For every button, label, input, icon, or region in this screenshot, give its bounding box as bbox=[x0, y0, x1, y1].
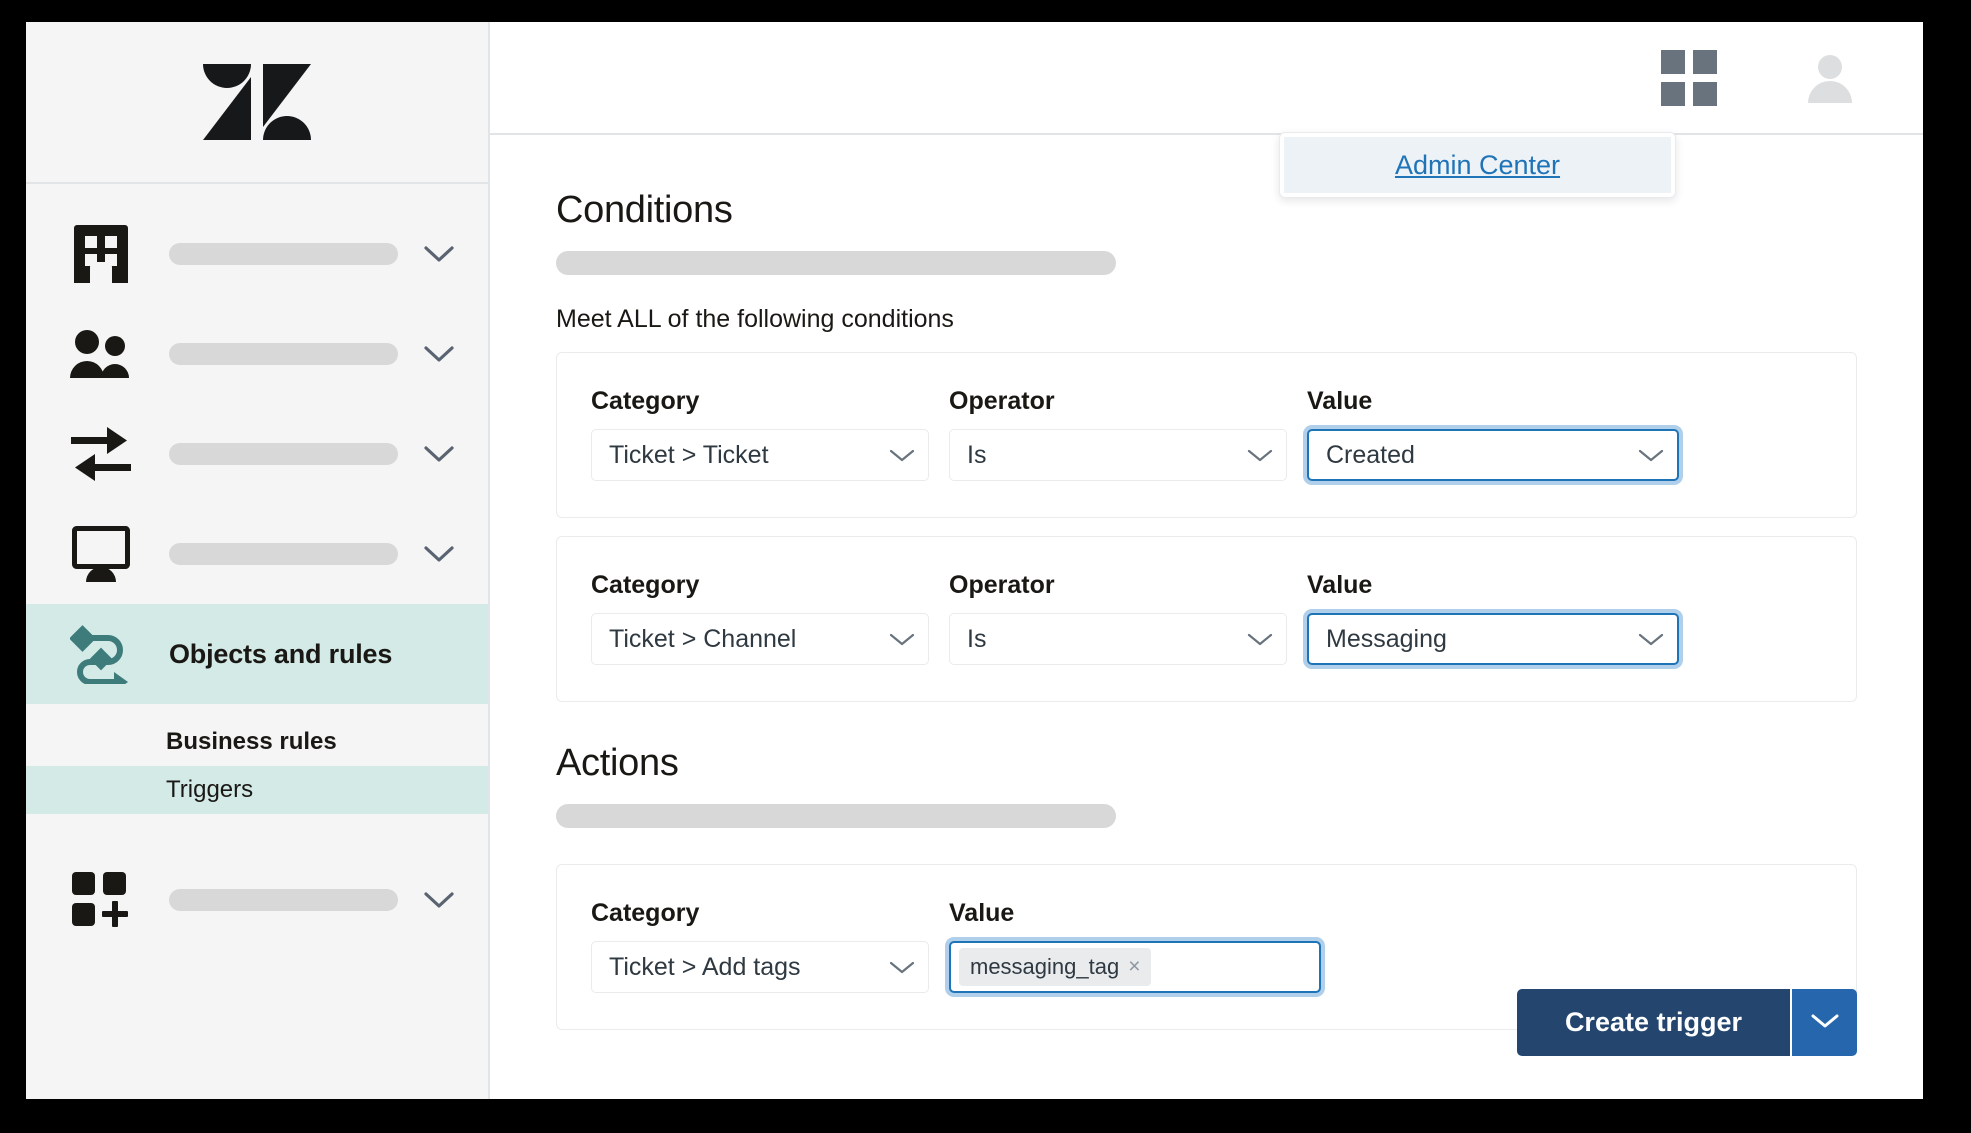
sidebar-nav: Objects and rules Business rules Trigger… bbox=[26, 184, 488, 950]
chevron-down-icon bbox=[1638, 448, 1664, 463]
sidebar-item-objects-and-rules[interactable]: Objects and rules bbox=[26, 604, 488, 704]
tag-chip-label: messaging_tag bbox=[970, 954, 1120, 979]
sidebar-item-apps[interactable] bbox=[26, 850, 488, 950]
main-area: Admin Center Conditions Meet ALL of the … bbox=[490, 22, 1923, 1099]
field-label-value: Value bbox=[1307, 571, 1373, 599]
condition-operator-value: Is bbox=[967, 624, 987, 653]
chevron-down-icon[interactable] bbox=[424, 545, 454, 563]
chevron-down-icon bbox=[889, 632, 915, 647]
chevron-down-icon bbox=[889, 448, 915, 463]
chevron-down-icon[interactable] bbox=[424, 891, 454, 909]
condition-value-value: Created bbox=[1326, 440, 1415, 469]
chevron-down-icon bbox=[1638, 632, 1664, 647]
admin-center-flyout: Admin Center bbox=[1279, 132, 1676, 198]
sidebar-item-placeholder bbox=[169, 243, 398, 265]
condition-row: Category Ticket > Ticket Operator Is Val… bbox=[556, 352, 1857, 518]
sidebar-item-workspaces[interactable] bbox=[26, 504, 488, 604]
chevron-down-icon bbox=[1247, 448, 1273, 463]
field-label-category: Category bbox=[591, 387, 700, 415]
field-label-value: Value bbox=[949, 899, 1015, 927]
objects-rules-icon bbox=[70, 624, 132, 684]
field-label-operator: Operator bbox=[949, 387, 1055, 415]
condition-operator-field: Operator Is bbox=[949, 387, 1287, 481]
field-label-operator: Operator bbox=[949, 571, 1055, 599]
actions-skeleton-bar bbox=[556, 804, 1116, 828]
condition-operator-select[interactable]: Is bbox=[949, 613, 1287, 665]
admin-center-link[interactable]: Admin Center bbox=[1395, 150, 1560, 181]
sidebar-item-placeholder bbox=[169, 443, 398, 465]
zendesk-logo[interactable] bbox=[26, 22, 488, 184]
condition-value-select[interactable]: Messaging bbox=[1307, 613, 1679, 665]
sidebar-item-placeholder bbox=[169, 889, 398, 911]
monitor-icon bbox=[70, 526, 132, 582]
sidebar-subitem-label: Triggers bbox=[166, 776, 254, 803]
chevron-down-icon bbox=[1247, 632, 1273, 647]
condition-category-select[interactable]: Ticket > Ticket bbox=[591, 429, 929, 481]
footer-actions: Create trigger bbox=[1516, 989, 1857, 1056]
condition-value-field: Value Messaging bbox=[1307, 571, 1679, 665]
sidebar-item-placeholder bbox=[169, 343, 398, 365]
sidebar-subnav: Business rules Triggers bbox=[26, 704, 488, 814]
condition-category-field: Category Ticket > Ticket bbox=[591, 387, 929, 481]
sidebar-item-people[interactable] bbox=[26, 304, 488, 404]
arrows-exchange-icon bbox=[70, 425, 132, 483]
condition-operator-field: Operator Is bbox=[949, 571, 1287, 665]
sidebar-item-label: Objects and rules bbox=[169, 638, 393, 669]
meet-all-conditions-label: Meet ALL of the following conditions bbox=[556, 305, 954, 333]
sidebar-subitem-business-rules[interactable]: Business rules bbox=[26, 718, 488, 766]
chevron-down-icon[interactable] bbox=[424, 445, 454, 463]
condition-value-field: Value Created bbox=[1307, 387, 1679, 481]
zendesk-app-window: Objects and rules Business rules Trigger… bbox=[26, 22, 1923, 1099]
actions-heading: Actions bbox=[556, 742, 679, 784]
condition-operator-select[interactable]: Is bbox=[949, 429, 1287, 481]
field-label-value: Value bbox=[1307, 387, 1373, 415]
user-avatar-icon[interactable] bbox=[1803, 51, 1857, 105]
field-label-category: Category bbox=[591, 571, 700, 599]
action-tags-input[interactable]: messaging_tag × bbox=[949, 941, 1321, 993]
top-bar bbox=[490, 22, 1923, 135]
building-icon bbox=[70, 225, 132, 283]
condition-category-value: Ticket > Ticket bbox=[609, 440, 769, 469]
sidebar: Objects and rules Business rules Trigger… bbox=[26, 22, 490, 1099]
condition-category-value: Ticket > Channel bbox=[609, 624, 797, 653]
screenshot-frame: Objects and rules Business rules Trigger… bbox=[0, 0, 1971, 1133]
condition-value-select[interactable]: Created bbox=[1307, 429, 1679, 481]
condition-value-value: Messaging bbox=[1326, 624, 1447, 653]
trigger-editor-content: Conditions Meet ALL of the following con… bbox=[490, 135, 1923, 1099]
condition-row: Category Ticket > Channel Operator Is Va… bbox=[556, 536, 1857, 702]
apps-grid-icon[interactable] bbox=[1661, 49, 1717, 106]
chevron-down-icon bbox=[889, 960, 915, 975]
apps-add-icon bbox=[70, 872, 132, 928]
field-label-category: Category bbox=[591, 899, 700, 927]
condition-category-field: Category Ticket > Channel bbox=[591, 571, 929, 665]
create-trigger-button[interactable]: Create trigger bbox=[1516, 989, 1790, 1056]
condition-category-select[interactable]: Ticket > Channel bbox=[591, 613, 929, 665]
tag-chip[interactable]: messaging_tag × bbox=[959, 948, 1152, 986]
close-icon[interactable]: × bbox=[1128, 955, 1140, 979]
conditions-skeleton-bar bbox=[556, 251, 1116, 275]
condition-operator-value: Is bbox=[967, 440, 987, 469]
chevron-down-icon[interactable] bbox=[424, 345, 454, 363]
action-value-field: Value messaging_tag × bbox=[949, 899, 1321, 993]
create-trigger-dropdown-button[interactable] bbox=[1790, 989, 1857, 1056]
action-category-field: Category Ticket > Add tags bbox=[591, 899, 929, 993]
action-category-value: Ticket > Add tags bbox=[609, 952, 801, 981]
chevron-down-icon[interactable] bbox=[424, 245, 454, 263]
chevron-down-icon bbox=[1810, 1012, 1840, 1033]
sidebar-item-placeholder bbox=[169, 543, 398, 565]
admin-center-flyout-inner: Admin Center bbox=[1284, 137, 1671, 193]
sidebar-item-channels[interactable] bbox=[26, 404, 488, 504]
people-icon bbox=[70, 330, 132, 378]
sidebar-subitem-triggers[interactable]: Triggers bbox=[26, 766, 488, 814]
sidebar-subitem-label: Business rules bbox=[166, 728, 337, 755]
sidebar-item-account[interactable] bbox=[26, 204, 488, 304]
action-category-select[interactable]: Ticket > Add tags bbox=[591, 941, 929, 993]
